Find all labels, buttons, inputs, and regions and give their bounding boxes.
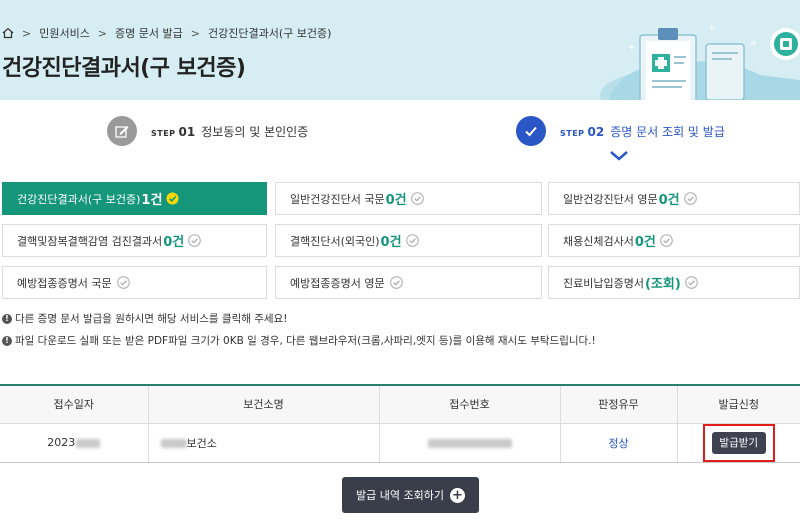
breadcrumb-separator: > (97, 26, 108, 40)
doc-tab-label: 건강진단결과서(구 보건증) (17, 192, 141, 206)
doc-tab-count: 0건 (163, 235, 185, 250)
doc-tab-count: (조회) (644, 277, 681, 292)
breadcrumb-item[interactable]: 증명 문서 발급 (115, 25, 183, 41)
health-center-name: 보건소 (186, 436, 217, 450)
check-circle-icon (116, 276, 130, 289)
issue-button[interactable]: 발급받기 (711, 431, 766, 454)
doc-tab-vaccination-en[interactable]: 예방접종증명서 영문 (275, 266, 542, 299)
step-word: STEP (151, 128, 176, 138)
info-icon: ! (2, 313, 12, 324)
info-icon: ! (2, 335, 12, 346)
doc-tab-count: 1건 (141, 193, 163, 208)
doc-tab-label: 결핵및잠복결핵감염 검진결과서 (17, 234, 163, 248)
doc-tab-general-health-en[interactable]: 일반건강진단서 영문 0건 (548, 182, 800, 215)
check-circle-icon (410, 192, 424, 205)
doc-tab-count: 0건 (385, 193, 407, 208)
doc-tab-label: 채용신체검사서 (563, 234, 634, 248)
doc-tab-vaccination-kr[interactable]: 예방접종증명서 국문 (2, 266, 267, 299)
doc-tab-count: 0건 (380, 235, 402, 250)
check-circle-icon (405, 234, 419, 247)
doc-tab-label: 예방접종증명서 국문 (17, 276, 112, 290)
doc-tab-health-certificate[interactable]: 건강진단결과서(구 보건증) 1건 (2, 182, 267, 215)
check-circle-icon (684, 276, 698, 289)
checkmark-icon (516, 116, 546, 146)
judgement-cell: 정상 (560, 423, 678, 463)
column-header: 발급신청 (677, 384, 800, 424)
doc-tab-count: 0건 (658, 193, 680, 208)
column-header: 판정유무 (560, 384, 678, 424)
doc-tab-medical-payment[interactable]: 진료비납입증명서 (조회) (548, 266, 800, 299)
page-title: 건강진단결과서(구 보건증) (2, 56, 246, 81)
receipt-date-cell: 2023 (0, 423, 149, 463)
column-header: 접수번호 (379, 384, 561, 424)
check-circle-icon (389, 276, 403, 289)
step-number: 02 (587, 124, 605, 139)
plus-circle-icon: + (449, 487, 465, 503)
check-circle-icon (660, 234, 673, 247)
svg-text:+: + (708, 23, 716, 33)
issue-request-cell: 발급받기 (677, 423, 800, 463)
breadcrumb: > 민원서비스 > 증명 문서 발급 > 건강진단결과서(구 보건증) (2, 25, 331, 41)
highlight-box: 발급받기 (702, 423, 775, 462)
notice-line: ! 파일 다운로드 실패 또는 받은 PDF파일 크기가 0KB 일 경우, 다… (2, 333, 596, 348)
notice-text: 다른 증명 문서 발급을 원하시면 해당 서비스를 클릭해 주세요! (15, 313, 288, 325)
notice-text: 파일 다운로드 실패 또는 받은 PDF파일 크기가 0KB 일 경우, 다른 … (15, 335, 596, 347)
doc-tab-label: 예방접종증명서 영문 (290, 276, 385, 290)
edit-icon (107, 116, 137, 146)
doc-tab-general-health-kr[interactable]: 일반건강진단서 국문 0건 (275, 182, 542, 215)
home-icon[interactable] (2, 27, 14, 39)
step-word: STEP (560, 128, 585, 138)
step-indicator: STEP 01 정보동의 및 본인인증 STEP 02 증명 문서 조회 및 발… (0, 100, 800, 170)
receipt-date: 2023 (47, 436, 76, 449)
svg-text:+: + (628, 43, 636, 53)
doc-tab-tuberculosis-foreigner[interactable]: 결핵진단서(외국인) 0건 (275, 224, 542, 257)
doc-tab-tuberculosis-exam[interactable]: 결핵및잠복결핵감염 검진결과서 0건 (2, 224, 267, 257)
breadcrumb-separator: > (190, 26, 200, 40)
doc-tab-label: 일반건강진단서 국문 (290, 192, 385, 206)
breadcrumb-separator: > (22, 26, 32, 40)
step-2: STEP 02 증명 문서 조회 및 발급 (516, 116, 725, 146)
medical-clipboard-illustration: + + + (600, 23, 800, 100)
doc-tab-label: 결핵진단서(외국인) (290, 234, 380, 248)
redacted-text (76, 438, 101, 448)
doc-tab-label: 일반건강진단서 영문 (563, 192, 658, 206)
check-circle-icon (188, 234, 202, 247)
receipt-number-cell (379, 423, 561, 463)
doc-tab-label: 진료비납입증명서 (563, 276, 644, 290)
notice-line: ! 다른 증명 문서 발급을 원하시면 해당 서비스를 클릭해 주세요! (2, 311, 287, 326)
table-row: 2023 보건소 정상 발급받기 (0, 423, 800, 463)
table-header-row: 접수일자 보건소명 접수번호 판정유무 발급신청 (0, 384, 800, 424)
view-history-button[interactable]: 발급 내역 조회하기 + (342, 477, 479, 513)
step-1: STEP 01 정보동의 및 본인인증 (107, 116, 308, 146)
doc-tab-employment-physical[interactable]: 채용신체검사서 0건 (548, 224, 800, 257)
chevron-down-icon (610, 151, 628, 161)
step-label: 증명 문서 조회 및 발급 (610, 124, 725, 139)
column-header: 보건소명 (148, 384, 380, 424)
breadcrumb-item[interactable]: 건강진단결과서(구 보건증) (208, 25, 331, 41)
check-circle-icon (166, 192, 179, 205)
svg-text:+: + (750, 39, 758, 49)
issuance-table: 접수일자 보건소명 접수번호 판정유무 발급신청 2023 보건소 정상 발급받… (0, 384, 800, 463)
check-circle-icon (683, 192, 697, 205)
judgement-status: 정상 (608, 436, 629, 450)
step-label: 정보동의 및 본인인증 (201, 124, 309, 139)
health-center-cell: 보건소 (148, 423, 380, 463)
breadcrumb-item[interactable]: 민원서비스 (39, 25, 90, 41)
redacted-text (427, 438, 512, 448)
doc-tab-count: 0건 (634, 235, 656, 250)
step-number: 01 (178, 124, 196, 139)
view-history-label: 발급 내역 조회하기 (356, 489, 444, 502)
redacted-text (160, 439, 187, 448)
column-header: 접수일자 (0, 384, 149, 424)
page-header: > 민원서비스 > 증명 문서 발급 > 건강진단결과서(구 보건증) 건강진단… (0, 0, 800, 100)
